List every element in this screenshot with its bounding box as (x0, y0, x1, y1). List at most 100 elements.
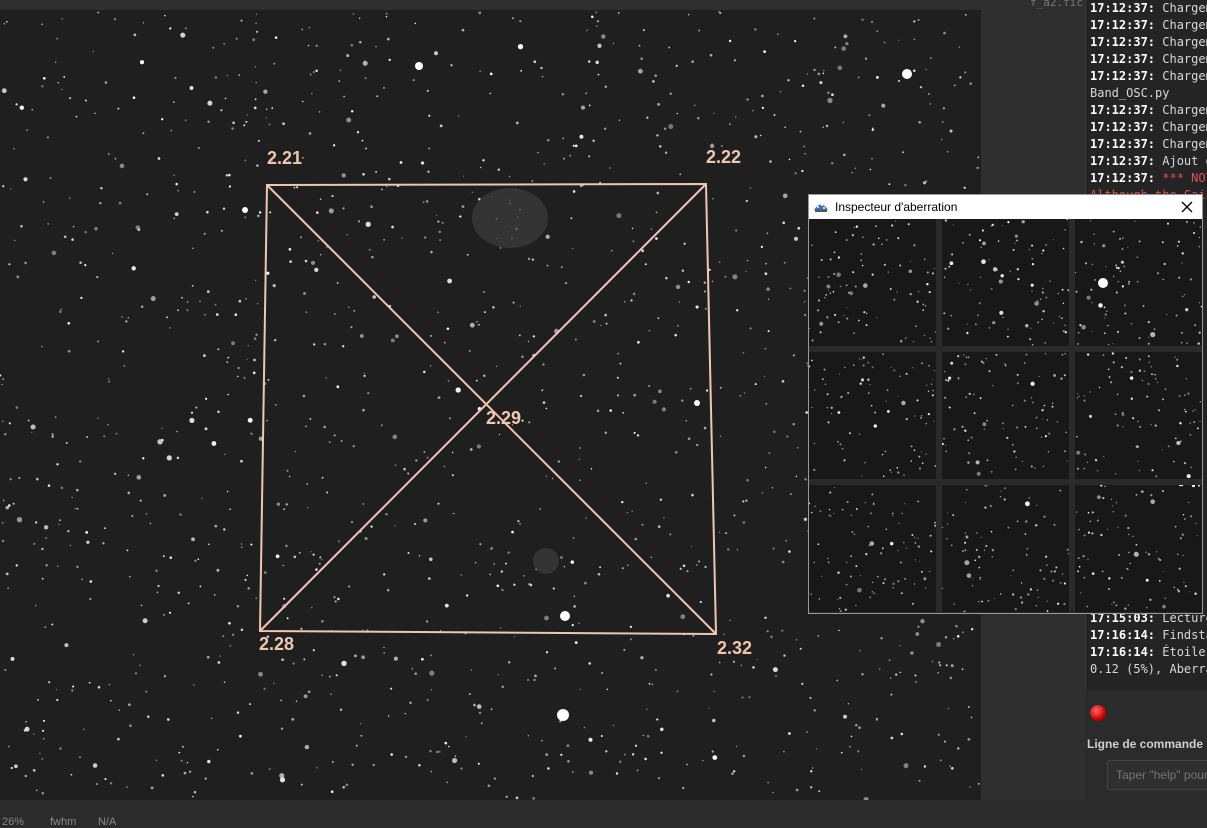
inspector-titlebar[interactable]: Inspecteur d'aberration (809, 195, 1202, 219)
command-input[interactable] (1107, 760, 1207, 790)
star (560, 266, 563, 269)
star (850, 735, 853, 738)
star (295, 700, 298, 702)
star (319, 198, 322, 200)
star (118, 709, 120, 711)
star (362, 172, 365, 176)
tile-star (1028, 497, 1031, 499)
tile-star (890, 366, 892, 368)
star (23, 177, 28, 182)
tile-star (935, 330, 936, 333)
tile-star (1083, 576, 1086, 579)
star (586, 29, 588, 32)
star (308, 26, 310, 29)
tile-star (1155, 475, 1158, 478)
star (1, 420, 4, 423)
star (368, 248, 371, 251)
tile-star (919, 560, 921, 563)
star (169, 27, 172, 30)
log-lines-lower: 17:15:03: Lecture17:16:14: Findsta17:16:… (1086, 610, 1207, 678)
tile-star (865, 312, 868, 315)
tile-star (892, 582, 895, 585)
star (881, 103, 886, 108)
tile-star (1117, 526, 1119, 528)
star (724, 276, 727, 278)
log-timestamp: 17:12:37: (1090, 18, 1156, 32)
star (655, 211, 658, 214)
star (477, 323, 480, 326)
star (316, 766, 318, 769)
tile-star (1056, 421, 1059, 423)
close-icon[interactable] (1178, 198, 1196, 216)
star (42, 719, 46, 722)
tile-star (990, 530, 993, 533)
tile-star (1042, 249, 1045, 252)
tile-star (817, 299, 821, 302)
tile-star (1135, 445, 1139, 448)
star (312, 649, 315, 652)
bright-star (557, 709, 569, 721)
star (223, 43, 225, 45)
star (473, 703, 476, 707)
star (698, 560, 700, 563)
tile-star (982, 241, 986, 246)
star (47, 484, 51, 487)
star (742, 754, 746, 758)
star (511, 17, 514, 20)
tile-star (884, 450, 887, 453)
tile-star (1063, 603, 1066, 606)
star (943, 740, 947, 743)
star (482, 290, 486, 294)
bright-star (902, 69, 912, 79)
tile-star (962, 241, 964, 244)
tile-star (1064, 331, 1068, 334)
tile-star (1146, 607, 1148, 609)
tile-star (1031, 244, 1034, 247)
star (861, 673, 864, 676)
log-message: Findsta (1162, 628, 1207, 642)
tile-star (1157, 557, 1160, 560)
star (375, 170, 378, 173)
star (385, 12, 388, 15)
record-button[interactable] (1090, 705, 1106, 721)
star (646, 116, 649, 119)
tile-star (1002, 428, 1004, 430)
star (518, 522, 522, 525)
star (414, 522, 416, 525)
fwhm-bottom-right: 2.32 (717, 638, 753, 658)
star (663, 127, 667, 130)
star (763, 50, 766, 53)
inspector-tile (1075, 219, 1202, 346)
tile-star (1115, 291, 1118, 294)
star (868, 114, 871, 117)
star (129, 575, 131, 578)
tile-star (1127, 526, 1130, 530)
star (214, 76, 218, 79)
tile-star (1105, 266, 1107, 268)
tile-star (985, 545, 988, 547)
inspector-title: Inspecteur d'aberration (835, 200, 958, 214)
star (531, 774, 534, 778)
star (276, 502, 281, 506)
star (956, 635, 960, 638)
star (857, 750, 860, 753)
star (72, 225, 75, 228)
star (429, 749, 432, 753)
star (49, 176, 52, 180)
tile-star (945, 450, 947, 453)
star (718, 531, 721, 533)
star (736, 309, 739, 312)
tile-star (862, 236, 864, 238)
tile-star (974, 559, 977, 562)
tile-star (1044, 352, 1047, 355)
star (142, 618, 148, 624)
star (318, 562, 321, 565)
star (84, 230, 87, 234)
tile-star (899, 264, 902, 267)
tile-star (1158, 580, 1161, 582)
star (313, 71, 315, 73)
star (1, 521, 4, 524)
star (191, 537, 195, 542)
aberration-inspector-window[interactable]: Inspecteur d'aberration (808, 194, 1203, 614)
star (624, 753, 626, 756)
